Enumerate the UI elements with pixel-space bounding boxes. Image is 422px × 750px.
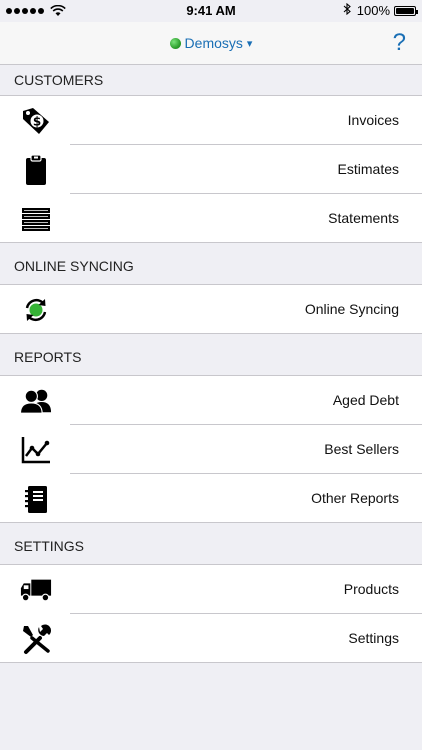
stack-icon [20, 203, 52, 235]
menu-item-label: Products [343, 581, 399, 597]
sync-icon [20, 294, 52, 326]
menu-item-statements[interactable]: Statements [0, 194, 422, 243]
status-bar: 9:41 AM 100% [0, 0, 422, 22]
section-header-settings: SETTINGS [0, 523, 422, 565]
menu-item-label: Statements [328, 210, 399, 226]
price-tag-dollar-icon: $ [20, 105, 52, 137]
row-divider [0, 662, 422, 663]
menu-item-label: Other Reports [311, 490, 399, 506]
notebook-icon [20, 483, 52, 515]
bluetooth-icon [343, 2, 351, 18]
navigation-bar: Demosys ▾ ? [0, 22, 422, 65]
account-name: Demosys [184, 35, 243, 51]
account-selector[interactable]: Demosys ▾ [0, 35, 422, 51]
online-status-icon [169, 37, 181, 49]
tools-icon [20, 623, 52, 655]
menu-item-invoices[interactable]: $ Invoices [0, 96, 422, 145]
row-divider [0, 333, 422, 334]
menu-item-label: Invoices [347, 112, 399, 128]
battery-icon [394, 5, 418, 16]
menu-item-label: Aged Debt [332, 392, 399, 408]
section-header-customers: CUSTOMERS [0, 65, 422, 96]
truck-icon [20, 574, 52, 606]
help-button[interactable]: ? [393, 29, 406, 57]
battery-fill [396, 7, 414, 14]
line-chart-icon [20, 434, 52, 466]
menu-item-best-sellers[interactable]: Best Sellers [0, 425, 422, 474]
menu-item-estimates[interactable]: Estimates [0, 145, 422, 194]
svg-text:$: $ [33, 115, 41, 129]
menu-item-online-syncing[interactable]: Online Syncing [0, 285, 422, 334]
menu-item-settings[interactable]: Settings [0, 614, 422, 663]
section-header-online-syncing: ONLINE SYNCING [0, 243, 422, 285]
menu-item-aged-debt[interactable]: Aged Debt [0, 376, 422, 425]
users-icon [20, 385, 52, 417]
menu-item-label: Settings [348, 630, 399, 646]
battery-percent: 100% [356, 3, 390, 18]
status-right: 100% [343, 2, 418, 18]
menu-item-other-reports[interactable]: Other Reports [0, 474, 422, 523]
menu-item-label: Online Syncing [304, 301, 399, 317]
menu-list: CUSTOMERS $ Invoices Estimates Statement… [0, 65, 422, 663]
section-header-reports: REPORTS [0, 334, 422, 376]
row-divider [0, 242, 422, 243]
chevron-down-icon: ▾ [246, 37, 253, 50]
row-divider [0, 522, 422, 523]
menu-item-products[interactable]: Products [0, 565, 422, 614]
menu-item-label: Estimates [337, 161, 399, 177]
menu-item-label: Best Sellers [324, 441, 399, 457]
clipboard-icon [20, 154, 52, 186]
